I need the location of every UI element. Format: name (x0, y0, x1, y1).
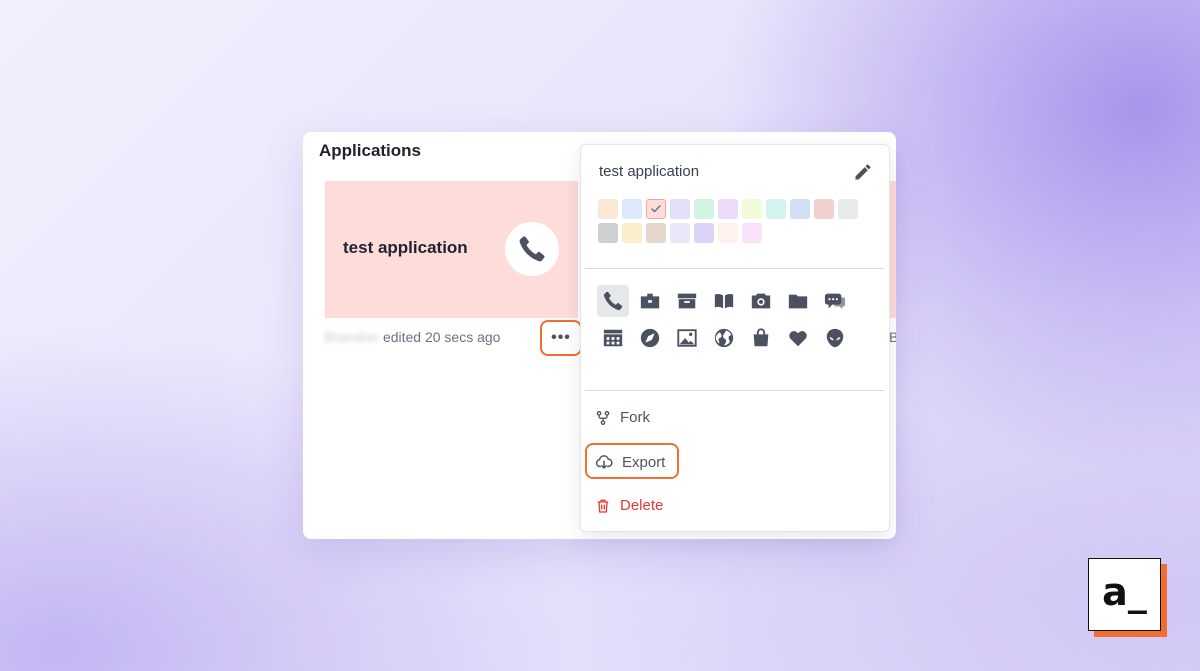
panel-title: Applications (319, 141, 422, 160)
app-card-partial[interactable] (889, 181, 896, 318)
camera-icon[interactable] (745, 285, 777, 317)
icon-picker (597, 285, 873, 375)
shopping-bag-icon[interactable] (745, 322, 777, 354)
color-swatch[interactable] (646, 199, 666, 219)
app-context-menu: test application Fork Export Delete (580, 144, 890, 532)
chat-icon[interactable] (819, 285, 851, 317)
fork-icon (596, 410, 610, 425)
delete-label: Delete (620, 497, 664, 514)
compass-icon[interactable] (634, 322, 666, 354)
appsmith-logo: a_ (1088, 558, 1161, 631)
cloud-download-icon (595, 455, 613, 469)
dashboard-icon[interactable] (782, 359, 814, 375)
globe-icon[interactable] (708, 322, 740, 354)
color-swatches (598, 199, 878, 243)
calendar-icon[interactable] (597, 322, 629, 354)
color-swatch[interactable] (694, 223, 714, 243)
color-swatch[interactable] (766, 199, 786, 219)
app-card[interactable]: test application (325, 181, 578, 318)
color-swatch[interactable] (718, 199, 738, 219)
app-name-label: test application (599, 163, 700, 180)
color-swatch[interactable] (790, 199, 810, 219)
color-swatch[interactable] (742, 199, 762, 219)
briefcase-icon[interactable] (634, 285, 666, 317)
color-swatch[interactable] (598, 223, 618, 243)
frame-icon[interactable] (819, 359, 851, 375)
color-swatch[interactable] (742, 223, 762, 243)
export-label: Export (622, 453, 666, 471)
fork-label: Fork (620, 409, 650, 426)
pencil-icon[interactable] (853, 162, 873, 182)
color-swatch[interactable] (622, 199, 642, 219)
divider (585, 390, 885, 391)
rows-icon[interactable] (634, 359, 666, 375)
color-swatch[interactable] (838, 199, 858, 219)
app-card-meta: Brandon edited 20 secs ago (325, 329, 500, 345)
partial-card-meta: Br (889, 329, 896, 345)
color-swatch[interactable] (598, 199, 618, 219)
app-card-name: test application (343, 238, 468, 257)
saturn-icon[interactable] (745, 359, 777, 375)
pin-icon[interactable] (708, 359, 740, 375)
alien-icon[interactable] (819, 322, 851, 354)
color-swatch[interactable] (694, 199, 714, 219)
heart-icon[interactable] (782, 322, 814, 354)
fork-menu-item[interactable]: Fork (595, 409, 650, 426)
phone-icon[interactable] (597, 285, 629, 317)
edited-time: edited 20 secs ago (382, 329, 501, 345)
delete-menu-item[interactable]: Delete (595, 497, 663, 514)
bars-icon[interactable] (597, 359, 629, 375)
color-swatch[interactable] (718, 223, 738, 243)
color-swatch[interactable] (670, 199, 690, 219)
phone-icon (505, 222, 559, 276)
export-menu-item[interactable]: Export (595, 453, 665, 471)
color-swatch[interactable] (646, 223, 666, 243)
color-swatch[interactable] (814, 199, 834, 219)
archive-icon[interactable] (671, 285, 703, 317)
check-icon (651, 205, 661, 213)
trash-icon (597, 499, 609, 513)
book-icon[interactable] (708, 285, 740, 317)
divider (585, 268, 885, 269)
color-swatch[interactable] (670, 223, 690, 243)
brackets-icon[interactable] (671, 359, 703, 375)
owner-name: Brandon (325, 329, 378, 345)
more-options-button[interactable]: ••• (540, 320, 582, 356)
image-icon[interactable] (671, 322, 703, 354)
folder-icon[interactable] (782, 285, 814, 317)
color-swatch[interactable] (622, 223, 642, 243)
